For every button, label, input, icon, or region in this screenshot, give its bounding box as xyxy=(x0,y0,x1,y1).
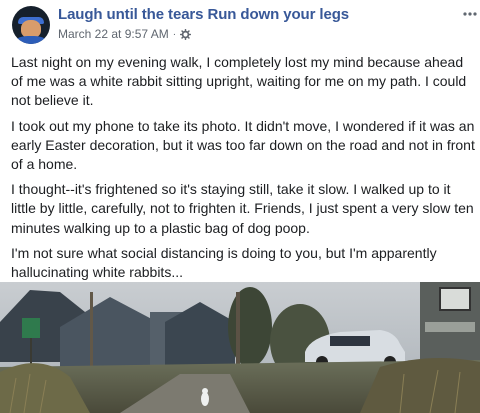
meta-separator: · xyxy=(172,28,177,40)
photo-scene xyxy=(0,282,480,413)
page-avatar[interactable] xyxy=(12,6,50,44)
gear-icon[interactable] xyxy=(180,28,192,40)
more-options-icon[interactable] xyxy=(462,4,478,18)
post-paragraph: I'm not sure what social distancing is d… xyxy=(11,244,437,281)
post-photo[interactable] xyxy=(0,282,480,413)
post-meta: March 22 at 9:57 AM · xyxy=(58,27,192,41)
post-header: Laugh until the tears Run down your legs… xyxy=(0,0,480,50)
post-body: Last night on my evening walk, I complet… xyxy=(11,53,477,288)
post-paragraph: I took out my phone to take its photo. I… xyxy=(11,117,475,173)
post-paragraph: I thought--it's frightened so it's stayi… xyxy=(11,181,474,236)
page-name-link[interactable]: Laugh until the tears Run down your legs xyxy=(58,6,349,23)
avatar-body xyxy=(16,36,46,44)
post-timestamp[interactable]: March 22 at 9:57 AM xyxy=(58,27,169,41)
post-paragraph: Last night on my evening walk, I complet… xyxy=(11,54,467,109)
